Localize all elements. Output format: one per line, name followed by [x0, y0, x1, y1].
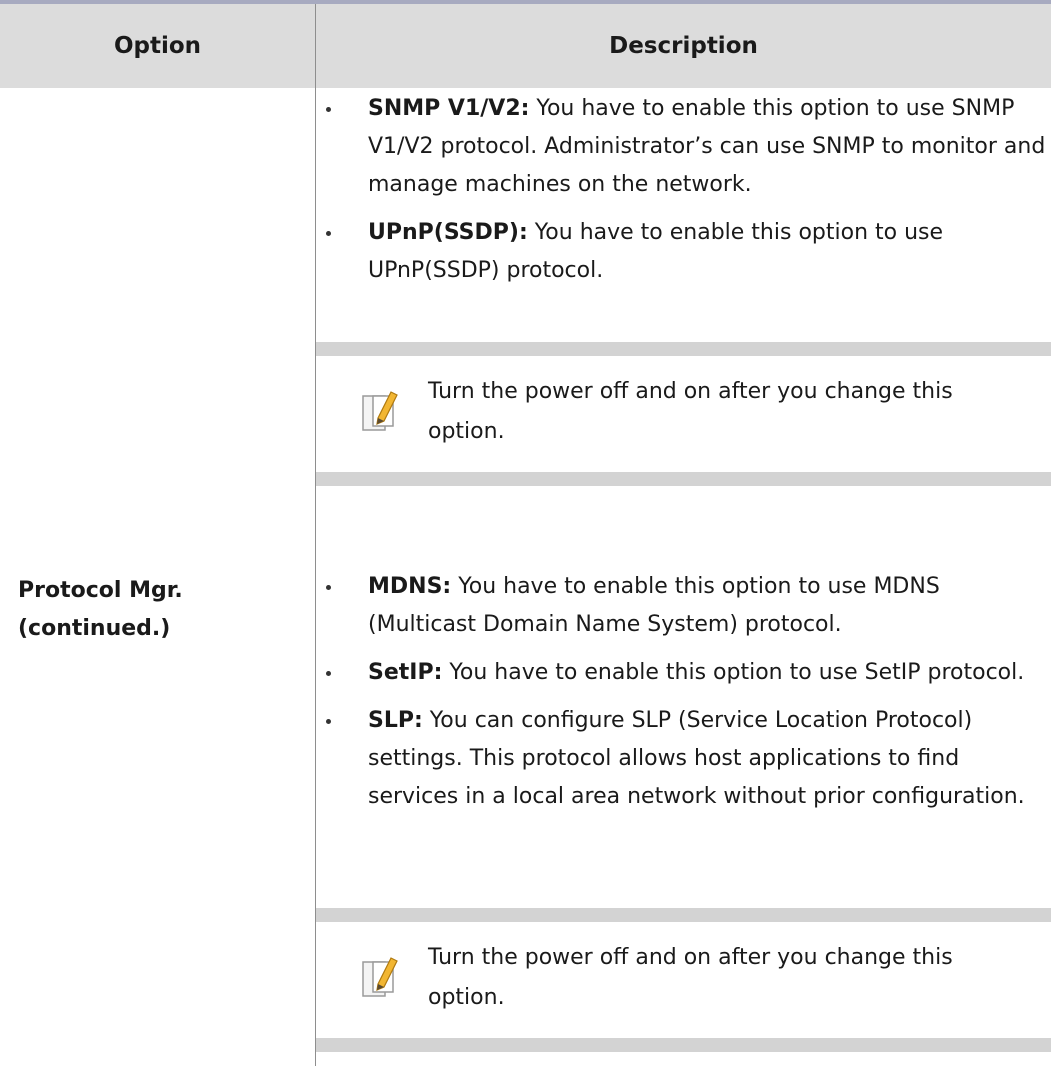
note-pencil-icon [362, 391, 398, 431]
note-bar-bottom [316, 472, 1051, 486]
options-table: Option Description Protocol Mgr. (contin… [0, 0, 1051, 1066]
item-term: SNMP V1/V2: [368, 96, 530, 121]
note-text: Turn the power off and on after you chan… [428, 945, 953, 1010]
header-description: Description [609, 33, 758, 59]
list-item: SLP: You can configure SLP (Service Loca… [326, 702, 1046, 816]
note-bar-top [316, 342, 1051, 356]
bullet-icon [326, 585, 331, 590]
bullet-icon [326, 671, 331, 676]
note-pencil-icon [362, 957, 398, 997]
item-text: You can configure SLP (Service Location … [368, 708, 1025, 809]
item-term: SLP: [368, 708, 423, 733]
bullet-icon [326, 231, 331, 236]
option-continued: (continued.) [18, 616, 171, 641]
item-term: SetIP: [368, 660, 443, 685]
column-divider [315, 4, 316, 1066]
bullet-icon [326, 107, 331, 112]
item-term: MDNS: [368, 574, 452, 599]
list-item: SetIP: You have to enable this option to… [326, 654, 1046, 692]
list-item: UPnP(SSDP): You have to enable this opti… [326, 214, 1046, 290]
note-box: Turn the power off and on after you chan… [316, 342, 1051, 486]
item-text: You have to enable this option to use Se… [442, 660, 1025, 685]
option-cell: Protocol Mgr. (continued.) [18, 572, 308, 648]
item-text: You have to enable this option to use MD… [368, 574, 940, 637]
note-box: Turn the power off and on after you chan… [316, 908, 1051, 1052]
list-item: MDNS: You have to enable this option to … [326, 568, 1046, 644]
description-list-2: MDNS: You have to enable this option to … [326, 568, 1046, 816]
list-item: SNMP V1/V2: You have to enable this opti… [326, 90, 1046, 204]
description-list-1: SNMP V1/V2: You have to enable this opti… [326, 90, 1046, 290]
bullet-icon [326, 719, 331, 724]
note-bar-top [316, 908, 1051, 922]
note-text: Turn the power off and on after you chan… [428, 379, 953, 444]
header-option: Option [113, 33, 202, 59]
item-term: UPnP(SSDP): [368, 220, 528, 245]
option-name: Protocol Mgr. [18, 578, 183, 603]
note-bar-bottom [316, 1038, 1051, 1052]
